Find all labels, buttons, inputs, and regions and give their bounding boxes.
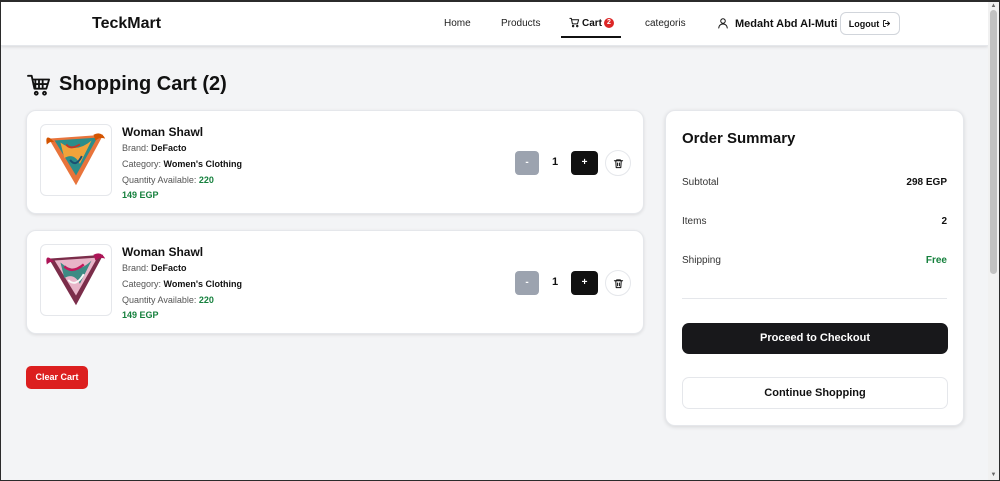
clear-cart-button[interactable]: Clear Cart [26, 366, 88, 389]
logout-icon [883, 20, 891, 27]
page-title: Shopping Cart (2) [59, 73, 227, 95]
proceed-to-checkout-button[interactable]: Proceed to Checkout [682, 323, 948, 354]
cart-item-2: Woman Shawl Brand: DeFacto Category: Wom… [26, 230, 644, 334]
remove-item-button[interactable] [605, 270, 631, 296]
decrease-quantity-button[interactable]: - [515, 151, 539, 175]
shipping-value: Free [925, 255, 947, 266]
cart-icon [569, 17, 580, 28]
continue-shopping-button[interactable]: Continue Shopping [682, 377, 948, 409]
quantity-value: 1 [551, 276, 559, 288]
order-summary: Order Summary Subtotal 298 EGP Items 2 S… [665, 110, 964, 426]
remove-item-button[interactable] [605, 150, 631, 176]
trash-icon [613, 158, 623, 168]
page-header: Shopping Cart (2) [27, 73, 227, 96]
logout-label: Logout [848, 18, 880, 29]
nav-cart[interactable]: Cart 2 [561, 2, 621, 38]
order-summary-title: Order Summary [682, 130, 796, 147]
subtotal-label: Subtotal [682, 177, 719, 188]
nav-categories[interactable]: categoris [645, 18, 686, 29]
product-image[interactable] [40, 244, 112, 316]
trash-icon [613, 278, 623, 288]
product-quantity-available: Quantity Available: 220 [122, 175, 214, 185]
nav-products[interactable]: Products [501, 18, 540, 29]
product-name[interactable]: Woman Shawl [122, 245, 203, 259]
shawl-image [46, 133, 106, 186]
logout-button[interactable]: Logout [840, 12, 900, 35]
product-brand: Brand: DeFacto [122, 263, 187, 273]
shawl-image [46, 253, 106, 306]
items-value: 2 [941, 216, 947, 227]
nav-home[interactable]: Home [444, 18, 471, 29]
product-category: Category: Women's Clothing [122, 159, 243, 169]
product-name[interactable]: Woman Shawl [122, 125, 203, 139]
subtotal-value: 298 EGP [906, 177, 947, 188]
cart-item-1: Woman Shawl Brand: DeFacto Category: Wom… [26, 110, 644, 214]
scrollbar-thumb[interactable] [990, 10, 997, 274]
product-price: 149 EGP [122, 190, 159, 200]
navbar: TeckMart Home Products Cart 2 categoris … [1, 2, 988, 46]
decrease-quantity-button[interactable]: - [515, 271, 539, 295]
items-label: Items [682, 216, 707, 227]
increase-quantity-button[interactable]: + [571, 151, 598, 175]
shipping-label: Shipping [682, 255, 721, 266]
product-category: Category: Women's Clothing [122, 279, 243, 289]
summary-divider [682, 298, 947, 299]
product-image[interactable] [40, 124, 112, 196]
user-icon [718, 18, 728, 29]
cart-count-badge: 2 [604, 18, 614, 28]
shopping-cart-icon [27, 74, 50, 96]
brand-logo[interactable]: TeckMart [92, 15, 161, 33]
user-name[interactable]: Medaht Abd Al-Muti [735, 18, 837, 30]
increase-quantity-button[interactable]: + [571, 271, 598, 295]
product-brand: Brand: DeFacto [122, 143, 187, 153]
scroll-down-arrow[interactable]: ▼ [990, 472, 997, 478]
product-quantity-available: Quantity Available: 220 [122, 295, 214, 305]
scroll-up-arrow[interactable]: ▲ [990, 3, 997, 9]
quantity-value: 1 [551, 156, 559, 168]
product-price: 149 EGP [122, 310, 159, 320]
nav-cart-label: Cart [582, 18, 603, 29]
